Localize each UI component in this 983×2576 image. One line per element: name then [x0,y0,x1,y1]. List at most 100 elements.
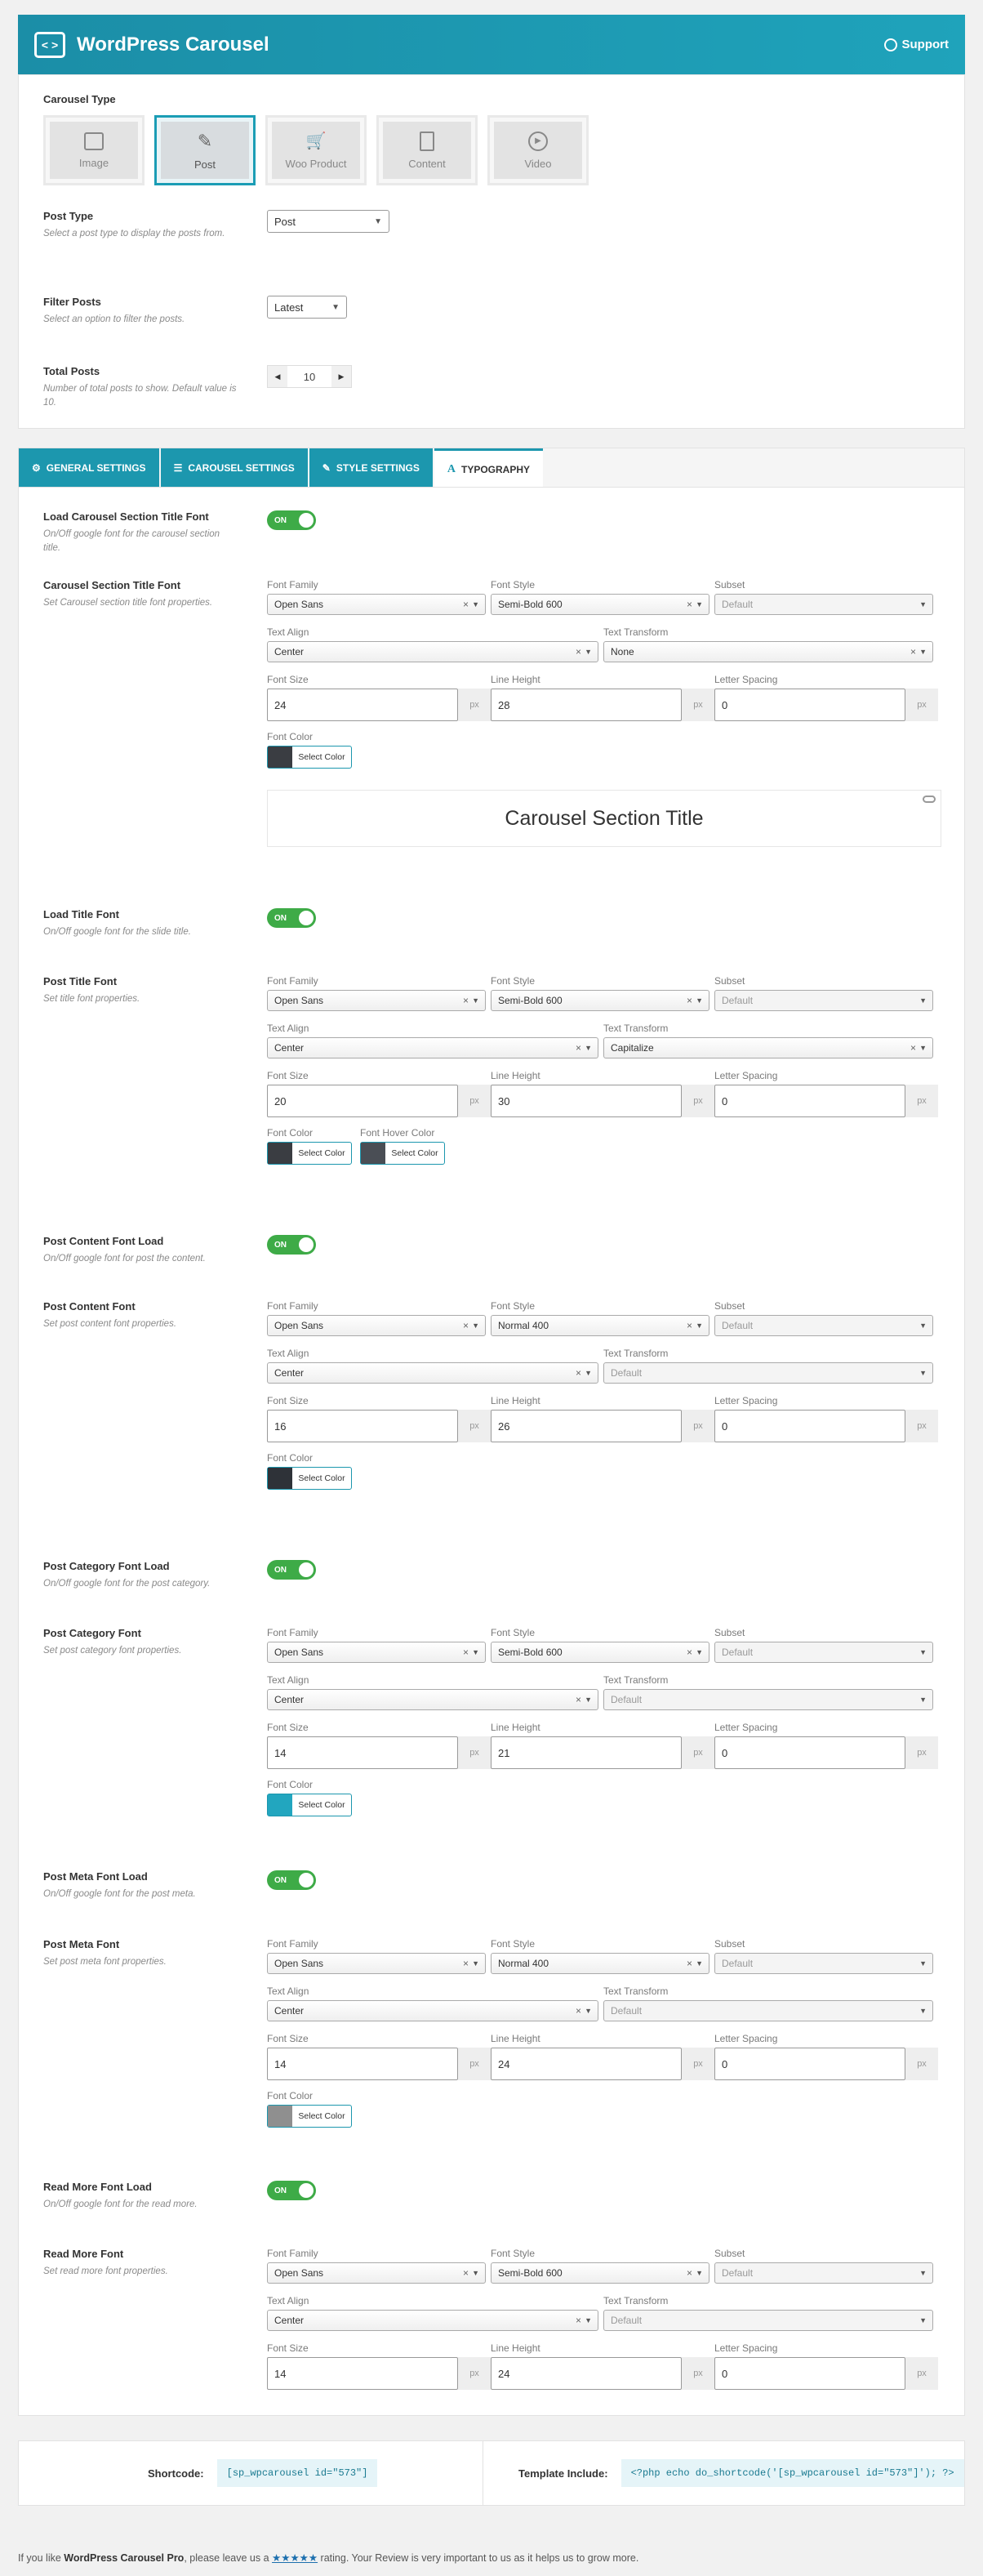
font-family-select[interactable]: Open Sans × ▼ [267,1953,486,1974]
line-height-input[interactable]: 24 px [491,2357,714,2390]
font-load-toggle[interactable]: ON [267,1235,316,1255]
clear-icon[interactable]: × [576,1367,581,1379]
font-color-picker[interactable]: Select Color [267,1142,352,1165]
line-height-input[interactable]: 21 px [491,1736,714,1769]
font-size-input[interactable]: 24 px [267,689,491,721]
clear-icon[interactable]: × [576,2315,581,2326]
font-size-input[interactable]: 14 px [267,2357,491,2390]
text-transform-select[interactable]: Capitalize × ▼ [603,1037,933,1058]
subset-select[interactable]: Default ▼ [714,2262,933,2284]
clear-icon[interactable]: × [910,1042,916,1054]
carousel-type-post[interactable]: ✎ Post [154,115,256,185]
font-color-picker[interactable]: Select Color [267,2105,352,2128]
text-align-select[interactable]: Center × ▼ [267,641,598,662]
text-transform-select[interactable]: Default ▼ [603,1362,933,1384]
font-color-picker[interactable]: Select Color [267,1467,352,1490]
font-size-input[interactable]: 14 px [267,2048,491,2080]
letter-spacing-input[interactable]: 0 px [714,1085,938,1117]
carousel-type-content[interactable]: Content [376,115,478,185]
line-height-input[interactable]: 28 px [491,689,714,721]
font-size-input[interactable]: 14 px [267,1736,491,1769]
text-align-select[interactable]: Center × ▼ [267,2000,598,2021]
font-family-select[interactable]: Open Sans × ▼ [267,2262,486,2284]
tab-typography[interactable]: A TYPOGRAPHY [434,448,544,488]
text-transform-select[interactable]: Default ▼ [603,2310,933,2331]
font-family-select[interactable]: Open Sans × ▼ [267,1642,486,1663]
clear-icon[interactable]: × [463,599,469,610]
subset-select-value: Default [722,1320,754,1331]
font-load-toggle[interactable]: ON [267,908,316,928]
post-type-select[interactable]: Post ▼ [267,210,389,233]
letter-spacing-input[interactable]: 0 px [714,1410,938,1442]
tab-style-settings[interactable]: ✎ STYLE SETTINGS [309,448,433,488]
clear-icon[interactable]: × [687,2267,692,2279]
decrement-icon[interactable]: ◀ [268,366,287,387]
clear-icon[interactable]: × [687,1320,692,1331]
font-color-picker[interactable]: Select Color [267,1794,352,1816]
carousel-type-woo-product[interactable]: 🛒 Woo Product [265,115,367,185]
link-icon[interactable] [923,796,936,803]
clear-icon[interactable]: × [576,646,581,657]
text-transform-select[interactable]: Default ▼ [603,1689,933,1710]
text-align-select[interactable]: Center × ▼ [267,2310,598,2331]
clear-icon[interactable]: × [576,1042,581,1054]
shortcode-value[interactable]: [sp_wpcarousel id="573"] [216,2459,378,2487]
subset-select[interactable]: Default ▼ [714,1953,933,1974]
letter-spacing-input[interactable]: 0 px [714,2357,938,2390]
clear-icon[interactable]: × [687,599,692,610]
letter-spacing-input[interactable]: 0 px [714,1736,938,1769]
clear-icon[interactable]: × [687,1647,692,1658]
increment-icon[interactable]: ▶ [331,366,351,387]
rating-stars-link[interactable]: ★★★★★ [272,2552,318,2564]
clear-icon[interactable]: × [463,2267,469,2279]
line-height-input[interactable]: 24 px [491,2048,714,2080]
carousel-type-image[interactable]: Image [43,115,145,185]
clear-icon[interactable]: × [463,1320,469,1331]
clear-icon[interactable]: × [463,1647,469,1658]
font-color-picker[interactable]: Select Color [267,746,352,769]
clear-icon[interactable]: × [576,2005,581,2017]
clear-icon[interactable]: × [687,995,692,1006]
clear-icon[interactable]: × [463,995,469,1006]
font-load-toggle[interactable]: ON [267,1870,316,1890]
clear-icon[interactable]: × [463,1958,469,1969]
subset-select[interactable]: Default ▼ [714,594,933,615]
carousel-type-video[interactable]: ▶ Video [487,115,589,185]
line-height-input[interactable]: 30 px [491,1085,714,1117]
subset-select[interactable]: Default ▼ [714,990,933,1011]
clear-icon[interactable]: × [687,1958,692,1969]
text-align-select[interactable]: Center × ▼ [267,1362,598,1384]
filter-posts-select[interactable]: Latest ▼ [267,296,347,319]
font-size-input[interactable]: 20 px [267,1085,491,1117]
line-height-input[interactable]: 26 px [491,1410,714,1442]
text-align-select[interactable]: Center × ▼ [267,1689,598,1710]
tab-general-settings[interactable]: ⚙ GENERAL SETTINGS [19,448,159,488]
font-family-select[interactable]: Open Sans × ▼ [267,1315,486,1336]
total-posts-stepper[interactable]: ◀ 10 ▶ [267,365,352,388]
letter-spacing-input[interactable]: 0 px [714,2048,938,2080]
font-load-toggle[interactable]: ON [267,510,316,530]
font-style-select[interactable]: Normal 400 × ▼ [491,1953,709,1974]
font-family-select[interactable]: Open Sans × ▼ [267,594,486,615]
subset-select[interactable]: Default ▼ [714,1642,933,1663]
font-style-select[interactable]: Normal 400 × ▼ [491,1315,709,1336]
tab-carousel-settings[interactable]: ☰ CAROUSEL SETTINGS [160,448,308,488]
clear-icon[interactable]: × [910,646,916,657]
text-transform-select[interactable]: Default ▼ [603,2000,933,2021]
font-size-input[interactable]: 16 px [267,1410,491,1442]
font-load-toggle[interactable]: ON [267,1560,316,1580]
font-style-select[interactable]: Semi-Bold 600 × ▼ [491,1642,709,1663]
font-style-select[interactable]: Semi-Bold 600 × ▼ [491,2262,709,2284]
text-transform-select[interactable]: None × ▼ [603,641,933,662]
font-family-select[interactable]: Open Sans × ▼ [267,990,486,1011]
template-include-value[interactable]: <?php echo do_shortcode('[sp_wpcarousel … [620,2459,964,2487]
support-link[interactable]: Support [883,38,949,51]
font-style-select[interactable]: Semi-Bold 600 × ▼ [491,594,709,615]
letter-spacing-input[interactable]: 0 px [714,689,938,721]
font-style-select[interactable]: Semi-Bold 600 × ▼ [491,990,709,1011]
clear-icon[interactable]: × [576,1694,581,1705]
font-load-toggle[interactable]: ON [267,2181,316,2200]
font-hover-color-picker[interactable]: Select Color [360,1142,445,1165]
text-align-select[interactable]: Center × ▼ [267,1037,598,1058]
subset-select[interactable]: Default ▼ [714,1315,933,1336]
